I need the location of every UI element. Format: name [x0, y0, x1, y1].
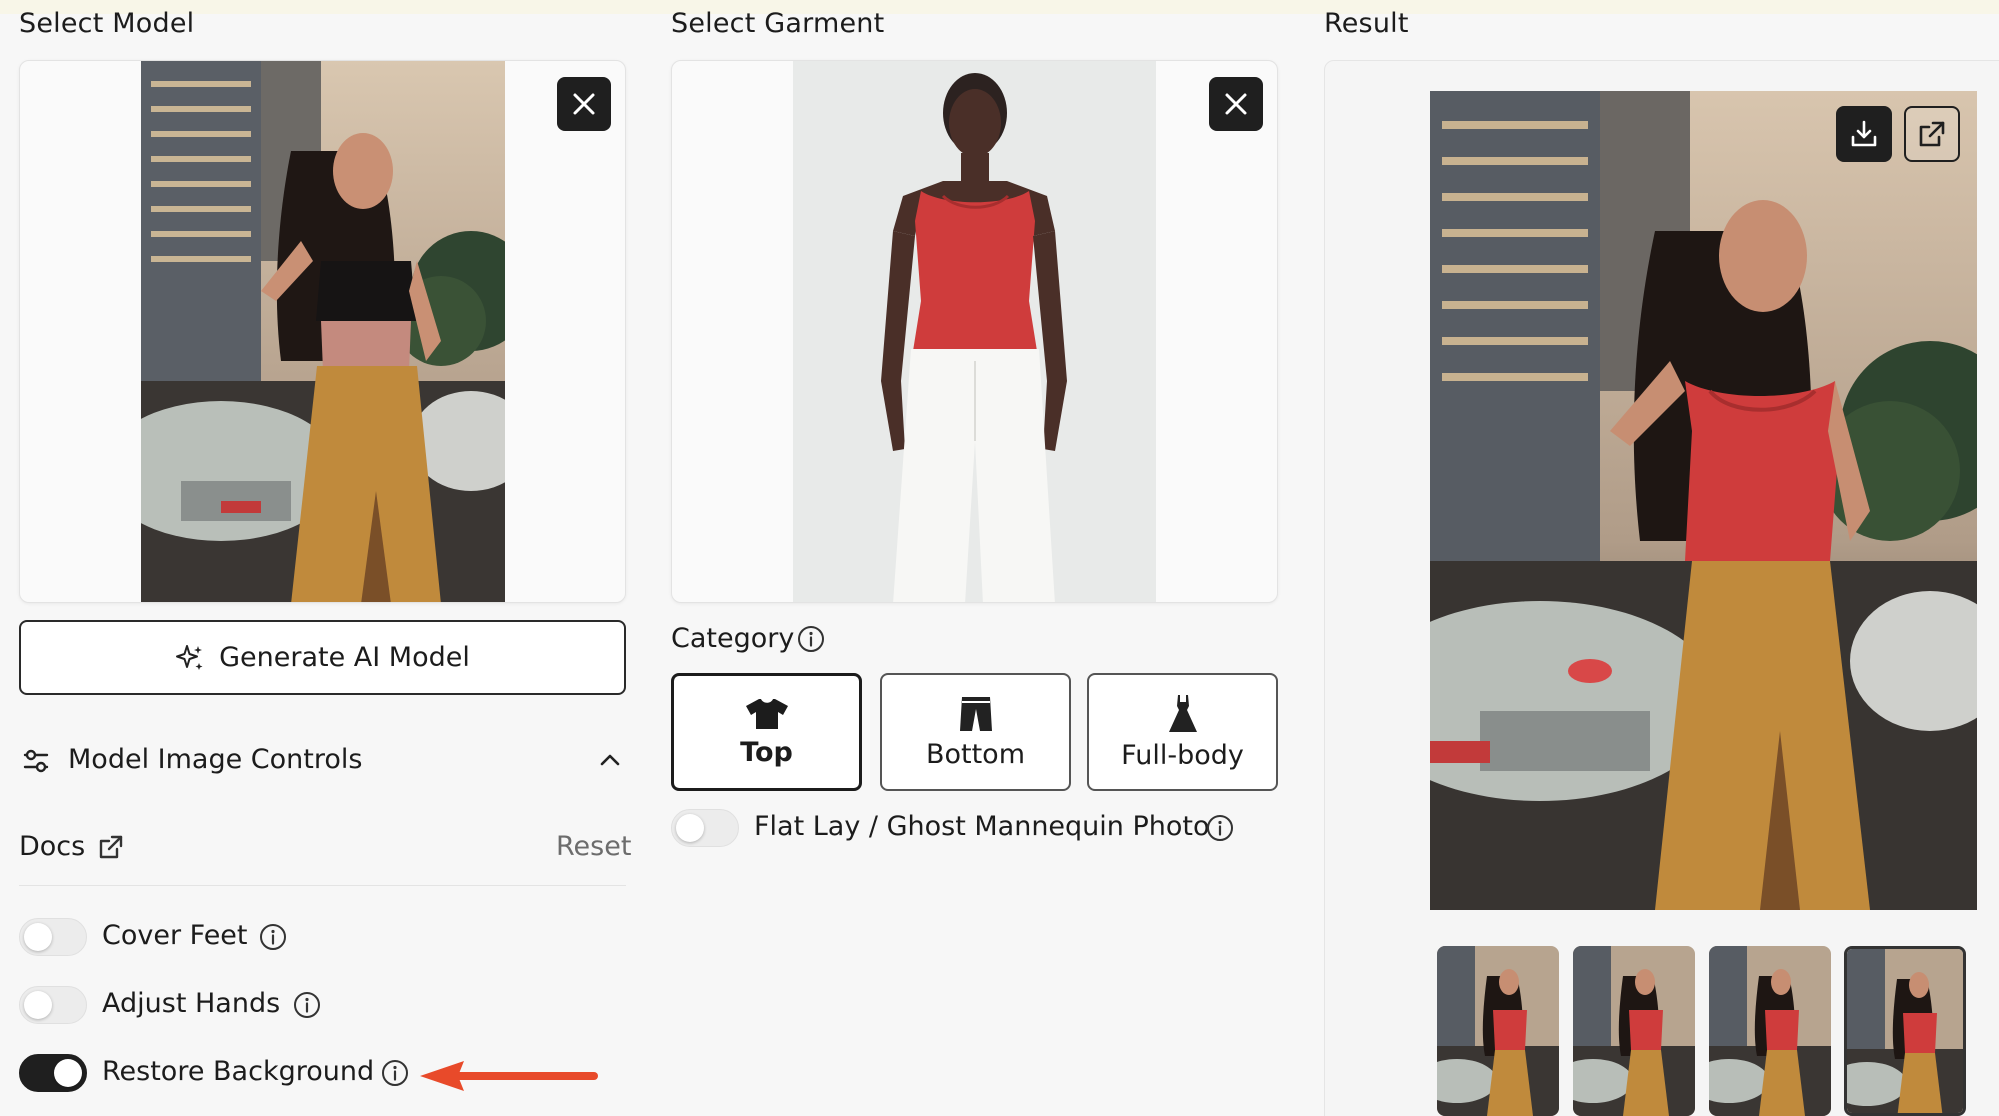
model-image-card[interactable] [19, 60, 626, 603]
generate-ai-model-label: Generate AI Model [219, 642, 470, 673]
external-link-icon [1919, 121, 1945, 147]
divider [19, 885, 626, 886]
info-icon[interactable] [380, 1058, 410, 1088]
restore-background-toggle[interactable] [19, 1054, 87, 1092]
result-thumbnail-selected[interactable] [1844, 946, 1966, 1116]
close-icon [1225, 93, 1247, 115]
info-icon[interactable] [796, 624, 826, 654]
shirt-icon [745, 698, 788, 729]
result-thumbnail[interactable] [1573, 946, 1695, 1116]
category-top-button[interactable]: Top [671, 673, 862, 791]
result-photo[interactable] [1430, 91, 1977, 910]
external-link-icon[interactable] [96, 832, 126, 862]
download-icon [1851, 120, 1877, 147]
cover-feet-label: Cover Feet [102, 920, 248, 951]
garment-photo [793, 61, 1156, 602]
category-top-label: Top [740, 736, 793, 768]
category-full-body-label: Full-body [1121, 739, 1244, 771]
remove-model-button[interactable] [557, 77, 611, 131]
cover-feet-toggle[interactable] [19, 918, 87, 956]
category-full-body-button[interactable]: Full-body [1087, 673, 1278, 791]
adjust-hands-label: Adjust Hands [102, 988, 281, 1019]
model-controls-header[interactable]: Model Image Controls [19, 740, 626, 780]
info-icon[interactable] [292, 990, 322, 1020]
download-button[interactable] [1836, 106, 1892, 162]
chevron-up-icon[interactable] [599, 752, 621, 768]
info-icon[interactable] [258, 922, 288, 952]
annotation-arrow [420, 1061, 598, 1091]
reset-button[interactable]: Reset [556, 831, 631, 862]
sliders-icon [23, 749, 49, 773]
category-bottom-label: Bottom [925, 738, 1026, 770]
select-model-title: Select Model [19, 8, 195, 39]
restore-background-label: Restore Background [102, 1056, 375, 1087]
model-controls-title: Model Image Controls [68, 744, 363, 775]
result-thumbnail[interactable] [1437, 946, 1559, 1116]
result-title: Result [1324, 8, 1409, 39]
result-thumbnail[interactable] [1709, 946, 1831, 1116]
model-photo [141, 61, 505, 602]
remove-garment-button[interactable] [1209, 77, 1263, 131]
docs-link[interactable]: Docs [19, 831, 85, 862]
top-strip [0, 0, 1999, 14]
pants-icon [959, 696, 992, 731]
select-garment-title: Select Garment [671, 8, 885, 39]
adjust-hands-toggle[interactable] [19, 986, 87, 1024]
garment-image-card[interactable] [671, 60, 1278, 603]
flat-lay-toggle[interactable] [671, 809, 739, 847]
close-icon [573, 93, 595, 115]
open-external-button[interactable] [1904, 106, 1960, 162]
category-label: Category [671, 623, 795, 654]
flat-lay-label: Flat Lay / Ghost Mannequin Photo [754, 811, 1210, 842]
category-bottom-button[interactable]: Bottom [880, 673, 1071, 791]
generate-ai-model-button[interactable]: Generate AI Model [19, 620, 626, 695]
sparkle-icon [176, 644, 203, 670]
dress-icon [1168, 694, 1197, 732]
info-icon[interactable] [1205, 813, 1235, 843]
